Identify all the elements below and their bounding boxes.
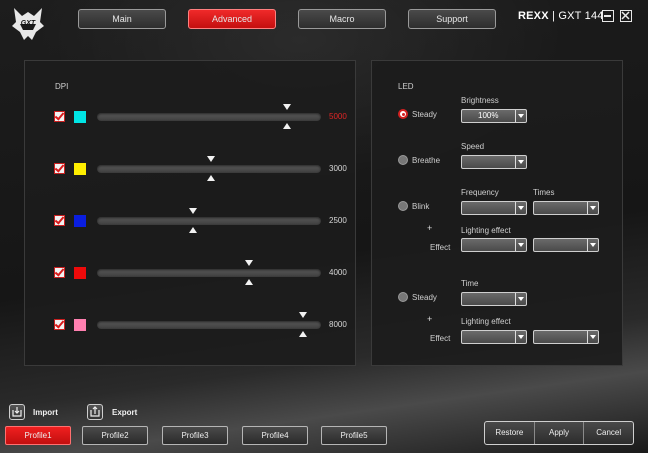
- chevron-down-icon: [515, 202, 526, 214]
- export-label: Export: [112, 408, 138, 417]
- cancel-button[interactable]: Cancel: [584, 422, 633, 444]
- title-separator: |: [552, 10, 556, 22]
- dpi-slider-handle-top[interactable]: [299, 312, 308, 318]
- dpi-value: 3000: [329, 164, 347, 173]
- dpi-enable-checkbox[interactable]: [54, 267, 65, 278]
- led-breathe-radio[interactable]: [398, 155, 408, 165]
- tab-support[interactable]: Support: [408, 9, 496, 29]
- profile-4-button[interactable]: Profile4: [242, 426, 308, 445]
- dpi-value: 5000: [329, 112, 347, 121]
- plus-icon: +: [427, 314, 433, 324]
- dpi-slider-track[interactable]: [97, 217, 321, 225]
- dpi-color-swatch[interactable]: [74, 215, 86, 227]
- dpi-color-swatch[interactable]: [74, 163, 86, 175]
- led-steady-timed-label: Steady: [412, 293, 437, 302]
- frequency-select[interactable]: [461, 201, 527, 215]
- import-label: Import: [33, 408, 58, 417]
- export-button[interactable]: [87, 404, 103, 420]
- dpi-slider-track[interactable]: [97, 113, 321, 121]
- dpi-color-swatch[interactable]: [74, 319, 86, 331]
- restore-button[interactable]: Restore: [485, 422, 535, 444]
- dpi-title: DPI: [55, 82, 69, 91]
- dpi-slider-handle-bottom[interactable]: [283, 123, 292, 129]
- speed-select[interactable]: [461, 155, 527, 169]
- dpi-slider-handle-top[interactable]: [189, 208, 198, 214]
- steady-effect-label: Effect: [430, 334, 451, 343]
- dpi-slider-handle-top[interactable]: [283, 104, 292, 110]
- device-name: REXX: [518, 10, 549, 22]
- led-steady-radio[interactable]: [398, 109, 408, 119]
- chevron-down-icon: [515, 331, 526, 343]
- brightness-select[interactable]: 100%: [461, 109, 527, 123]
- profile-1-button[interactable]: Profile1: [5, 426, 71, 445]
- close-button[interactable]: [620, 10, 632, 22]
- device-model: GXT 144: [558, 10, 604, 22]
- chevron-down-icon: [587, 239, 598, 251]
- import-button[interactable]: [9, 404, 25, 420]
- profile-3-button[interactable]: Profile3: [162, 426, 228, 445]
- brightness-label: Brightness: [461, 96, 499, 105]
- blink-lighting-effect-label: Lighting effect: [461, 226, 511, 235]
- dpi-slider-handle-bottom[interactable]: [189, 227, 198, 233]
- tab-macro[interactable]: Macro: [298, 9, 386, 29]
- close-icon: [621, 11, 630, 20]
- action-button-group: Restore Apply Cancel: [484, 421, 634, 445]
- tab-main[interactable]: Main: [78, 9, 166, 29]
- dpi-slider-handle-top[interactable]: [207, 156, 216, 162]
- dpi-enable-checkbox[interactable]: [54, 163, 65, 174]
- led-steady-timed-radio[interactable]: [398, 292, 408, 302]
- chevron-down-icon: [515, 293, 526, 305]
- import-icon: [12, 407, 22, 417]
- device-title: REXX | GXT 144: [518, 10, 604, 22]
- chevron-down-icon: [515, 110, 526, 122]
- export-icon: [90, 406, 100, 417]
- brightness-value: 100%: [478, 111, 499, 120]
- profile-2-button[interactable]: Profile2: [82, 426, 148, 445]
- time-select[interactable]: [461, 292, 527, 306]
- times-label: Times: [533, 188, 555, 197]
- minimize-icon: [604, 15, 611, 17]
- dpi-slider-handle-bottom[interactable]: [299, 331, 308, 337]
- dpi-slider-handle-bottom[interactable]: [245, 279, 254, 285]
- led-steady-label: Steady: [412, 110, 437, 119]
- dpi-color-swatch[interactable]: [74, 111, 86, 123]
- led-blink-radio[interactable]: [398, 201, 408, 211]
- speed-label: Speed: [461, 142, 485, 151]
- plus-icon: +: [427, 223, 433, 233]
- dpi-slider-track[interactable]: [97, 165, 321, 173]
- led-title: LED: [398, 82, 414, 91]
- led-blink-label: Blink: [412, 202, 430, 211]
- led-breathe-label: Breathe: [412, 156, 441, 165]
- dpi-value: 8000: [329, 320, 347, 329]
- apply-button[interactable]: Apply: [535, 422, 585, 444]
- time-label: Time: [461, 279, 479, 288]
- frequency-label: Frequency: [461, 188, 499, 197]
- chevron-down-icon: [587, 331, 598, 343]
- steady-lighting-effect-label: Lighting effect: [461, 317, 511, 326]
- dpi-enable-checkbox[interactable]: [54, 215, 65, 226]
- dpi-enable-checkbox[interactable]: [54, 319, 65, 330]
- blink-effect-select-2[interactable]: [533, 238, 599, 252]
- steady-effect-select-1[interactable]: [461, 330, 527, 344]
- times-select[interactable]: [533, 201, 599, 215]
- dpi-slider-handle-bottom[interactable]: [207, 175, 216, 181]
- profile-5-button[interactable]: Profile5: [321, 426, 387, 445]
- dpi-enable-checkbox[interactable]: [54, 111, 65, 122]
- chevron-down-icon: [587, 202, 598, 214]
- dpi-slider-handle-top[interactable]: [245, 260, 254, 266]
- steady-effect-select-2[interactable]: [533, 330, 599, 344]
- dpi-slider-track[interactable]: [97, 321, 321, 329]
- dpi-value: 4000: [329, 268, 347, 277]
- chevron-down-icon: [515, 239, 526, 251]
- blink-effect-select-1[interactable]: [461, 238, 527, 252]
- dpi-slider-track[interactable]: [97, 269, 321, 277]
- logo-text: GXT: [20, 20, 36, 27]
- tab-advanced[interactable]: Advanced: [188, 9, 276, 29]
- dpi-value: 2500: [329, 216, 347, 225]
- blink-effect-label: Effect: [430, 243, 451, 252]
- minimize-button[interactable]: [602, 10, 614, 22]
- dpi-color-swatch[interactable]: [74, 267, 86, 279]
- chevron-down-icon: [515, 156, 526, 168]
